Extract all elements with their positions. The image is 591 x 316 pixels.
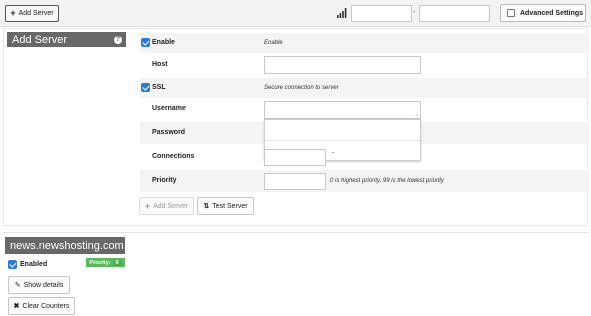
panel-title-text: Add Server [12,33,68,46]
ssl-row: SSL Secure connection to server [140,78,589,98]
advanced-settings-toggle[interactable]: Advanced Settings [500,4,586,22]
enable-checkbox-wrap[interactable] [141,38,150,47]
plus-icon: + [10,8,16,18]
add-server-panel-title: Add Server ? [7,32,126,47]
priority-row: Priority 0 is highest priority, 99 is th… [140,170,589,192]
advanced-settings-label: Advanced Settings [520,9,584,17]
plus-icon: + [144,200,151,211]
username-row: Username ⌟ [140,99,589,121]
test-server-label: Test Server [212,202,248,210]
add-server-submit-button[interactable]: + Add Server [139,197,194,215]
priority-badge-value: 0 [112,259,122,266]
ssl-label: SSL [152,84,166,91]
test-arrows-icon: ⇅ [203,203,210,210]
connections-label: Connections [152,153,195,160]
server-enabled-toggle[interactable]: Enabled [8,260,47,269]
enable-description: Enable [264,40,283,46]
clear-counters-label: Clear Counters [22,302,70,310]
show-details-button[interactable]: ✎ Show details [8,276,70,294]
enable-row: Enable Enable [140,33,589,53]
show-details-label: Show details [23,281,64,289]
resize-grip-icon: ⌟ [415,111,418,117]
add-server-label: Add Server [18,10,54,17]
host-input[interactable] [264,56,421,74]
clear-counters-button[interactable]: ✖ Clear Counters [8,297,75,315]
server-enabled-checkbox[interactable] [8,260,17,269]
speed-limit-secondary-input[interactable] [419,5,490,22]
ssl-checkbox[interactable] [141,83,150,92]
username-label: Username [152,105,186,112]
enable-checkbox[interactable] [141,38,150,47]
speed-limit-input[interactable] [351,5,412,22]
priority-input[interactable] [264,173,326,190]
ssl-description: Secure connection to server [264,85,339,91]
server-name: news.newshosting.com [10,239,124,252]
autocomplete-option[interactable] [265,120,420,141]
server-enabled-label: Enabled [20,261,48,268]
help-icon[interactable]: ? [114,36,122,44]
signal-bars-icon [337,8,347,18]
priority-description: 0 is highest priority, 99 is the lowest … [330,178,444,184]
username-input[interactable]: ⌟ [264,101,421,119]
ssl-checkbox-wrap[interactable] [141,83,150,92]
advanced-settings-checkbox[interactable] [507,9,515,17]
host-row: Host [140,54,589,76]
server-entry: news.newshosting.com Enabled Priority: 0… [3,232,588,315]
pencil-icon: ✎ [14,282,21,289]
top-toolbar: + Add Server - Advanced Settings [0,0,591,27]
priority-badge: Priority: 0 [86,258,125,267]
priority-label: Priority [152,177,177,184]
range-separator: - [413,9,416,16]
connections-input[interactable] [264,149,326,166]
password-label: Password [152,129,186,136]
add-server-button[interactable]: + Add Server [5,5,59,22]
server-name-title: news.newshosting.com [5,237,125,254]
test-server-button[interactable]: ⇅ Test Server [197,197,254,215]
host-label: Host [152,61,168,68]
enable-label: Enable [152,39,175,46]
priority-badge-label: Priority: [89,259,111,266]
add-server-submit-label: Add Server [153,202,189,210]
connections-row: Connections [140,145,589,169]
add-server-panel: Add Server ? Enable Enable Host SSL Secu… [3,28,589,226]
close-icon: ✖ [13,303,20,310]
